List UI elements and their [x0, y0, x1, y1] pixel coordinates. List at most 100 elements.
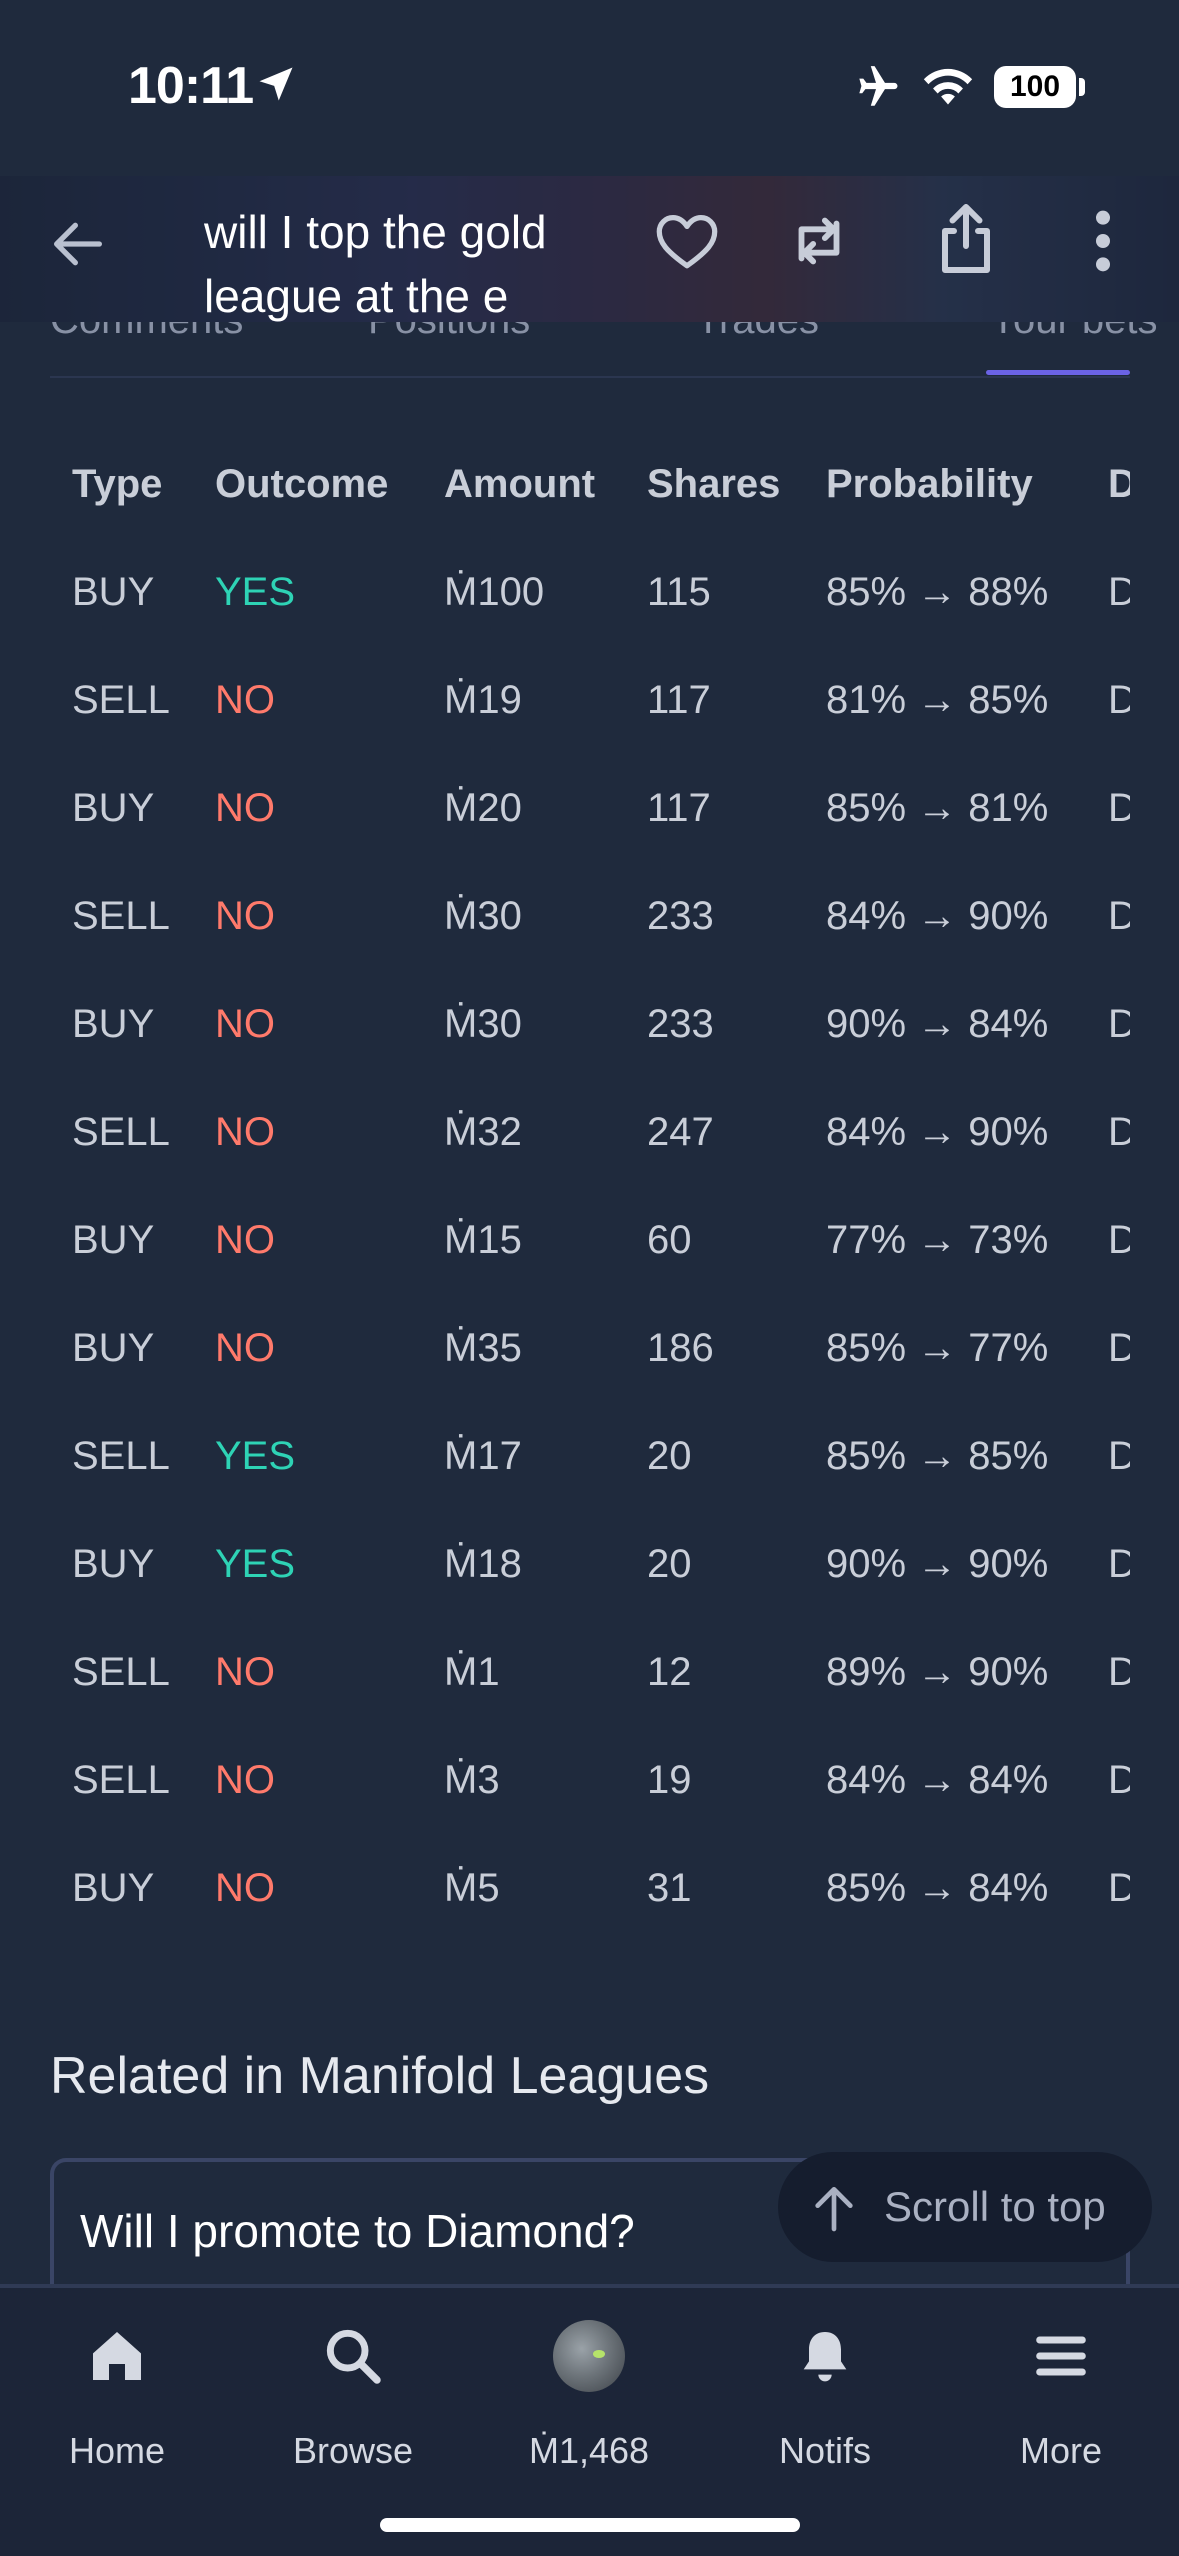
active-tab-indicator [986, 370, 1130, 375]
nav-notifs[interactable]: Notifs [725, 2312, 925, 2482]
battery-indicator: 100 [994, 66, 1076, 108]
nav-balance-label: Ṁ1,468 [528, 2430, 650, 2471]
cell-probability: 81% → 85% [826, 678, 1049, 722]
related-market-title[interactable]: Will I promote to Diamond? [80, 2204, 635, 2258]
scroll-to-top-label: Scroll to top [884, 2183, 1106, 2230]
column-header-type: Type [72, 462, 163, 506]
cell-probability: 85% → 88% [826, 570, 1049, 614]
cell-date: D [1108, 1002, 1130, 1046]
table-row: SELL NO Ṁ1 12 89% → 90% D [0, 1618, 1130, 1726]
tab-your-bets[interactable]: Your bets [990, 322, 1158, 343]
cell-outcome: NO [215, 1002, 275, 1046]
table-row: BUY NO Ṁ30 233 90% → 84% D [0, 970, 1130, 1078]
cell-outcome: NO [215, 1110, 275, 1154]
table-row: BUY NO Ṁ5 31 85% → 84% D [0, 1834, 1130, 1942]
cell-outcome: NO [215, 678, 275, 722]
nav-more[interactable]: More [961, 2312, 1161, 2482]
nav-notifs-label: Notifs [778, 2430, 872, 2471]
column-header-probability: Probability [826, 462, 1033, 506]
cell-date: D [1108, 786, 1130, 830]
back-arrow-icon[interactable] [46, 212, 110, 276]
table-header-row: Type Outcome Amount Shares Probability D [0, 430, 1130, 538]
cell-shares: 20 [647, 1434, 692, 1478]
table-row: BUY NO Ṁ20 117 85% → 81% D [0, 754, 1130, 862]
table-row: SELL NO Ṁ3 19 84% → 84% D [0, 1726, 1130, 1834]
cell-date: D [1108, 1434, 1130, 1478]
cell-shares: 117 [647, 786, 711, 830]
cell-probability: 77% → 73% [826, 1218, 1049, 1262]
bottom-navigation: Home Browse Ṁ1,468 Notifs More [0, 2284, 1179, 2556]
cell-date: D [1108, 1542, 1130, 1586]
cell-shares: 31 [647, 1866, 692, 1910]
cell-date: D [1108, 894, 1130, 938]
cell-type: SELL [72, 678, 170, 722]
cell-shares: 20 [647, 1542, 692, 1586]
airplane-mode-icon [859, 66, 898, 106]
tab-comments[interactable]: Comments [50, 322, 243, 343]
table-row: BUY NO Ṁ15 60 77% → 73% D [0, 1186, 1130, 1294]
cell-date: D [1108, 1110, 1130, 1154]
cell-amount: Ṁ30 [444, 1002, 522, 1046]
cell-date: D [1108, 1650, 1130, 1694]
nav-profile[interactable]: Ṁ1,468 [489, 2312, 689, 2482]
tab-bar: Comments Positions Trades Your bets [0, 322, 1179, 378]
cell-probability: 85% → 85% [826, 1434, 1049, 1478]
cell-shares: 115 [647, 570, 711, 614]
tab-positions[interactable]: Positions [368, 322, 530, 343]
cell-outcome: NO [215, 1218, 275, 1262]
column-header-amount: Amount [444, 462, 596, 506]
cell-type: SELL [72, 1434, 170, 1478]
app-root: 10:11 100 will I top the gold league at … [0, 0, 1179, 2556]
scroll-to-top-button[interactable]: Scroll to top [778, 2152, 1152, 2262]
cell-amount: Ṁ1 [444, 1650, 500, 1694]
cell-type: SELL [72, 1758, 170, 1802]
more-options-icon[interactable] [1088, 206, 1118, 276]
column-header-outcome: Outcome [215, 462, 389, 506]
column-header-date: D [1108, 462, 1130, 506]
cell-shares: 60 [647, 1218, 692, 1262]
cell-shares: 233 [647, 894, 714, 938]
repost-icon[interactable] [784, 206, 854, 276]
nav-home-label: Home [68, 2430, 166, 2471]
cell-date: D [1108, 1866, 1130, 1910]
cell-amount: Ṁ20 [444, 786, 522, 830]
bell-icon [803, 2332, 847, 2382]
market-header: will I top the gold league at the e [0, 176, 1179, 322]
nav-home[interactable]: Home [17, 2312, 217, 2482]
nav-browse-label: Browse [292, 2430, 414, 2471]
cell-amount: Ṁ30 [444, 894, 522, 938]
related-heading: Related in Manifold Leagues [50, 2047, 710, 2105]
menu-icon [1036, 2336, 1086, 2376]
location-arrow-icon [259, 67, 293, 101]
cell-type: BUY [72, 1866, 155, 1910]
column-header-shares: Shares [647, 462, 781, 506]
table-row: SELL YES Ṁ17 20 85% → 85% D [0, 1402, 1130, 1510]
battery-nub [1079, 78, 1085, 96]
cell-outcome: NO [215, 1650, 275, 1694]
tab-trades[interactable]: Trades [696, 322, 819, 343]
cell-outcome: NO [215, 894, 275, 938]
cell-probability: 84% → 90% [826, 1110, 1049, 1154]
bets-table: Type Outcome Amount Shares Probability D… [0, 430, 1130, 1942]
table-row: SELL NO Ṁ30 233 84% → 90% D [0, 862, 1130, 970]
cell-type: SELL [72, 1650, 170, 1694]
nav-browse[interactable]: Browse [253, 2312, 453, 2482]
cell-amount: Ṁ18 [444, 1542, 522, 1586]
user-avatar [553, 2320, 625, 2392]
home-indicator [380, 2518, 800, 2532]
share-icon[interactable] [930, 200, 1002, 280]
status-bar: 10:11 100 [0, 0, 1179, 176]
cell-date: D [1108, 1326, 1130, 1370]
cell-shares: 19 [647, 1758, 692, 1802]
cell-probability: 84% → 84% [826, 1758, 1049, 1802]
home-icon [93, 2332, 141, 2380]
cell-outcome: YES [215, 1542, 296, 1586]
table-row: BUY NO Ṁ35 186 85% → 77% D [0, 1294, 1130, 1402]
cell-amount: Ṁ3 [444, 1758, 500, 1802]
arrow-up-icon [815, 2187, 853, 2232]
cell-probability: 85% → 77% [826, 1326, 1049, 1370]
heart-icon[interactable] [652, 206, 722, 276]
cell-probability: 84% → 90% [826, 894, 1049, 938]
cell-amount: Ṁ100 [444, 570, 545, 614]
cell-probability: 85% → 84% [826, 1866, 1049, 1910]
